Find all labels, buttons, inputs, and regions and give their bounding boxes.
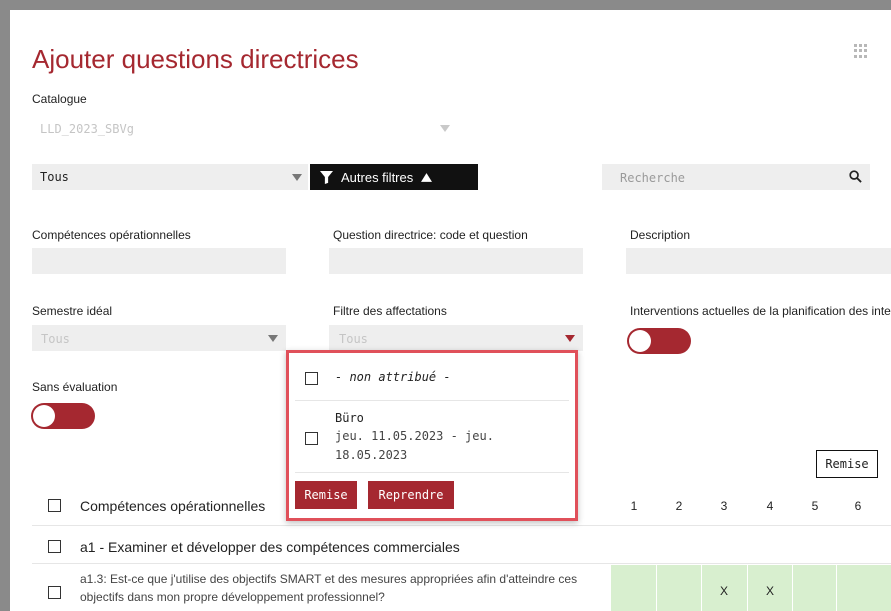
toggle-knob [33, 405, 55, 427]
affectations-label: Filtre des affectations [333, 304, 447, 318]
filter-select-value: Tous [40, 170, 69, 184]
cell-divider [747, 565, 748, 611]
chevron-down-icon [292, 174, 302, 181]
page-title: Ajouter questions directrices [32, 44, 359, 74]
cell-divider [656, 565, 657, 611]
cell-mark-4[interactable]: X [760, 584, 780, 598]
search-icon[interactable] [849, 170, 862, 183]
affectations-dropdown: - non attribué - Büro jeu. 11.05.2023 - … [286, 350, 578, 521]
interventions-label: Interventions actuelles de la planificat… [630, 304, 891, 318]
dropdown-apply-button[interactable]: Reprendre [368, 481, 454, 509]
filter-select[interactable]: Tous [32, 164, 308, 190]
search-field[interactable]: Recherche [602, 164, 870, 190]
cell-mark-3[interactable]: X [714, 584, 734, 598]
item-row-cells [611, 565, 891, 611]
semestre-label: Semestre idéal [32, 304, 113, 318]
description-label: Description [630, 228, 691, 242]
table-reset-button[interactable]: Remise [816, 450, 878, 478]
grid-icon[interactable] [854, 44, 868, 58]
select-all-checkbox[interactable] [48, 499, 61, 512]
cell-divider [701, 565, 702, 611]
question-field[interactable] [329, 248, 583, 274]
catalogue-select[interactable]: LLD_2023_SBVg [40, 122, 134, 136]
item-row-line-2: objectifs dans mon propre développement … [80, 590, 385, 604]
table-reset-label: Remise [825, 457, 869, 471]
affectations-select[interactable]: Tous [329, 325, 583, 351]
item-row-checkbox[interactable] [48, 586, 61, 599]
toggle-knob [629, 330, 651, 352]
main-panel: Ajouter questions directrices Catalogue … [10, 10, 891, 611]
search-placeholder: Recherche [620, 171, 686, 185]
chevron-down-icon [565, 335, 575, 342]
column-header-4: 4 [766, 499, 774, 513]
item-row-line-1: a1.3: Est-ce que j'utilise des objectifs… [80, 572, 578, 586]
chevron-down-icon [440, 125, 450, 132]
table-header-label: Compétences opérationnelles [80, 498, 266, 514]
column-header-2: 2 [675, 499, 683, 513]
option-buro-checkbox[interactable] [305, 432, 318, 445]
item-row-text: a1.3: Est-ce que j'utilise des objectifs… [80, 570, 620, 606]
catalogue-label: Catalogue [32, 92, 87, 106]
group-row-label: a1 - Examiner et développer des compéten… [80, 539, 460, 555]
interventions-toggle[interactable] [627, 328, 691, 354]
divider [32, 525, 891, 526]
option-buro-date-line1: jeu. 11.05.2023 - jeu. [335, 429, 494, 443]
semestre-value: Tous [41, 332, 70, 346]
dropdown-reset-button[interactable]: Remise [295, 481, 357, 509]
affectations-value: Tous [339, 332, 368, 346]
chevron-down-icon [268, 335, 278, 342]
cell-divider [836, 565, 837, 611]
question-label: Question directrice: code et question [333, 228, 528, 242]
more-filters-label: Autres filtres [341, 169, 414, 185]
filter-icon [320, 170, 333, 184]
caret-up-icon [421, 172, 433, 182]
column-header-6: 6 [854, 499, 862, 513]
competences-label: Compétences opérationnelles [32, 228, 191, 242]
sans-evaluation-label: Sans évaluation [32, 380, 118, 394]
column-header-5: 5 [811, 499, 819, 513]
column-header-3: 3 [720, 499, 728, 513]
option-buro-title[interactable]: Büro [335, 411, 364, 425]
more-filters-button[interactable]: Autres filtres [310, 164, 478, 190]
sans-evaluation-toggle[interactable] [31, 403, 95, 429]
option-non-attribue-checkbox[interactable] [305, 372, 318, 385]
divider [295, 400, 569, 401]
cell-divider [792, 565, 793, 611]
divider [295, 472, 569, 473]
group-row-checkbox[interactable] [48, 540, 61, 553]
competences-field[interactable] [32, 248, 286, 274]
description-field[interactable] [626, 248, 891, 274]
option-buro-date-line2: 18.05.2023 [335, 448, 408, 462]
semestre-select[interactable]: Tous [32, 325, 286, 351]
option-non-attribue-label[interactable]: - non attribué - [335, 370, 451, 384]
divider [32, 563, 891, 564]
column-header-1: 1 [630, 499, 638, 513]
